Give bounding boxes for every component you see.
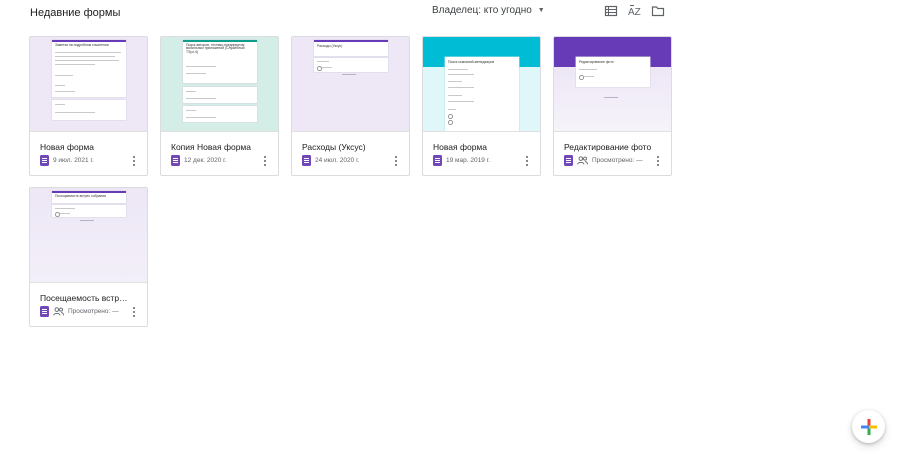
form-title: Посещаемость встреч с... — [40, 293, 130, 303]
form-viewed-status: Просмотрено: — — [592, 157, 643, 164]
more-options-icon[interactable] — [391, 154, 401, 168]
shared-people-icon — [577, 156, 588, 165]
form-card[interactable]: Заметки на подробном сочинении Новая фор… — [29, 36, 148, 176]
form-title: Копия Новая форма — [171, 142, 251, 152]
form-date: 9 июл. 2021 г. — [53, 157, 94, 164]
form-title: Новая форма — [40, 142, 94, 152]
form-preview-thumbnail: Редактирование фото — [554, 37, 671, 132]
more-options-icon[interactable] — [260, 154, 270, 168]
form-title: Редактирование фото — [564, 142, 652, 152]
form-meta: 12 дек. 2020 г. — [171, 155, 227, 166]
more-options-icon[interactable] — [522, 154, 532, 168]
form-date: 24 июл. 2020 г. — [315, 157, 360, 164]
create-form-button[interactable] — [852, 410, 885, 443]
form-title: Новая форма — [433, 142, 487, 152]
form-card[interactable]: Поиск компаний-менеджеров Новая форма 19… — [422, 36, 541, 176]
form-meta: 9 июл. 2021 г. — [40, 155, 94, 166]
preview-heading: Поиск авторов, технико-предприятия мобил… — [186, 43, 245, 54]
section-title: Недавние формы — [30, 7, 121, 19]
form-card[interactable]: Посещаемость встреч собрания Посещаемост… — [29, 187, 148, 327]
form-preview-thumbnail: Заметки на подробном сочинении — [30, 37, 147, 132]
caret-down-icon: ▼ — [537, 7, 545, 14]
sort-az-label: AZ — [628, 7, 641, 18]
folder-icon[interactable] — [651, 4, 665, 18]
preview-heading: Расходы (Уксус) — [317, 44, 343, 48]
form-meta: 24 июл. 2020 г. — [302, 155, 359, 166]
form-preview-thumbnail: Расходы (Уксус) — [292, 37, 409, 132]
preview-heading: Редактирование фото — [579, 60, 614, 64]
form-date: 12 дек. 2020 г. — [184, 157, 227, 164]
google-forms-icon — [40, 306, 49, 317]
preview-heading: Поиск компаний-менеджеров — [448, 60, 495, 64]
google-forms-icon — [564, 155, 573, 166]
form-meta: 19 мар. 2019 г. — [433, 155, 490, 166]
preview-heading: Заметки на подробном сочинении — [55, 43, 109, 47]
form-title: Расходы (Уксус) — [302, 142, 366, 152]
sort-az-icon[interactable]: AZ — [627, 4, 643, 18]
form-preview-thumbnail: Поиск компаний-менеджеров — [423, 37, 540, 132]
form-card[interactable]: Редактирование фото Редактирование фото … — [553, 36, 672, 176]
plus-icon — [860, 418, 877, 435]
more-options-icon[interactable] — [129, 305, 139, 319]
form-preview-thumbnail: Посещаемость встреч собрания — [30, 188, 147, 283]
google-forms-icon — [302, 155, 311, 166]
shared-people-icon — [53, 307, 64, 316]
more-options-icon[interactable] — [129, 154, 139, 168]
form-meta: Просмотрено: — — [564, 155, 643, 166]
google-forms-icon — [171, 155, 180, 166]
form-viewed-status: Просмотрено: — — [68, 308, 119, 315]
more-options-icon[interactable] — [653, 154, 663, 168]
list-view-icon[interactable] — [604, 4, 618, 18]
form-preview-thumbnail: Поиск авторов, технико-предприятия мобил… — [161, 37, 278, 132]
google-forms-icon — [433, 155, 442, 166]
form-card[interactable]: Поиск авторов, технико-предприятия мобил… — [160, 36, 279, 176]
owner-filter-dropdown[interactable]: Владелец: кто угодно ▼ — [432, 5, 545, 16]
form-date: 19 мар. 2019 г. — [446, 157, 490, 164]
google-forms-icon — [40, 155, 49, 166]
form-card[interactable]: Расходы (Уксус) Расходы (Уксус) 24 июл. … — [291, 36, 410, 176]
form-meta: Просмотрено: — — [40, 306, 119, 317]
owner-filter-label: Владелец: кто угодно — [432, 5, 532, 16]
preview-heading: Посещаемость встреч собрания — [55, 194, 106, 198]
